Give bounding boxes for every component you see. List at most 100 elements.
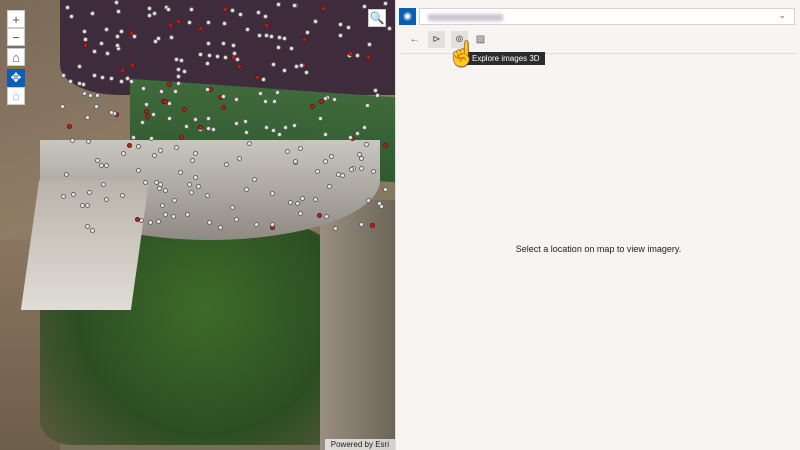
image-point[interactable] [318,115,324,121]
image-point[interactable] [82,91,87,97]
image-point[interactable] [317,212,323,218]
image-point[interactable] [127,142,133,148]
image-point[interactable] [371,168,377,174]
image-point[interactable] [206,219,212,225]
image-point[interactable] [147,5,153,11]
image-point[interactable] [224,161,230,167]
map-view[interactable]: + − ⌂ ✥ ◌ 🔍 Powered by Esri [0,0,395,450]
image-point[interactable] [91,48,97,54]
visibility-toggle[interactable]: ◉ [399,8,416,25]
image-point[interactable] [230,43,236,48]
image-point[interactable] [144,114,150,120]
image-point[interactable] [197,124,203,130]
image-point[interactable] [323,214,329,220]
image-point[interactable] [217,225,223,231]
image-point[interactable] [245,26,251,32]
image-point[interactable] [369,223,375,229]
image-point[interactable] [94,158,100,164]
image-point[interactable] [76,80,82,86]
image-point[interactable] [287,199,293,205]
image-point[interactable] [257,90,263,96]
image-point[interactable] [84,223,90,229]
image-point[interactable] [118,28,124,34]
image-point[interactable] [229,8,235,14]
image-point[interactable] [85,138,91,144]
image-point[interactable] [124,76,130,82]
image-point[interactable] [156,218,162,224]
image-point[interactable] [178,57,184,63]
image-point[interactable] [158,147,163,153]
image-point[interactable] [172,89,178,95]
image-point[interactable] [178,134,184,140]
image-point[interactable] [205,19,211,25]
image-point[interactable] [152,152,158,158]
zoom-in-button[interactable]: + [7,10,25,28]
image-point[interactable] [120,151,126,157]
image-point[interactable] [204,60,210,66]
image-point[interactable] [142,179,148,185]
image-point[interactable] [276,44,282,50]
image-point[interactable] [309,103,315,109]
image-point[interactable] [114,34,120,40]
image-point[interactable] [94,104,100,110]
image-point[interactable] [148,219,154,225]
zoom-out-button[interactable]: − [7,28,25,46]
image-point[interactable] [204,192,210,198]
navigation-button[interactable]: ✥ [7,69,25,87]
image-point[interactable] [382,187,388,193]
image-point[interactable] [60,72,66,78]
image-point[interactable] [81,81,87,87]
image-point[interactable] [354,52,360,58]
image-point[interactable] [94,93,100,99]
image-point[interactable] [322,131,328,137]
image-point[interactable] [89,10,95,16]
image-point[interactable] [186,181,192,187]
image-point[interactable] [365,197,371,203]
image-point[interactable] [284,148,290,154]
image-point[interactable] [89,227,95,233]
image-point[interactable] [358,222,364,228]
image-point[interactable] [220,40,226,46]
image-point[interactable] [270,61,276,67]
image-point[interactable] [131,134,137,140]
image-point[interactable] [69,13,75,19]
image-point[interactable] [236,155,242,161]
image-point[interactable] [143,109,149,115]
image-point[interactable] [141,85,147,91]
image-point[interactable] [345,24,351,30]
image-point[interactable] [242,118,248,124]
image-point[interactable] [163,187,169,193]
back-button[interactable]: ← [406,31,423,48]
image-point[interactable] [321,5,327,11]
image-point[interactable] [365,54,371,60]
image-point[interactable] [331,97,337,103]
image-point[interactable] [192,117,198,123]
image-point[interactable] [188,190,194,195]
image-point[interactable] [173,57,179,63]
image-point[interactable] [118,79,124,85]
image-point[interactable] [192,174,198,180]
image-point[interactable] [91,73,97,79]
image-point[interactable] [81,28,87,34]
image-point[interactable] [339,172,345,178]
image-point[interactable] [254,221,260,227]
image-point[interactable] [374,92,380,98]
image-point[interactable] [301,36,307,42]
image-point[interactable] [322,159,328,165]
image-point[interactable] [359,155,365,161]
image-point[interactable] [162,98,168,104]
layer-select[interactable]: ⌄ [419,8,795,25]
image-point[interactable] [152,10,158,16]
image-point[interactable] [85,114,91,120]
select-location-button[interactable]: ⊳ [428,31,445,48]
image-point[interactable] [355,130,361,136]
image-point[interactable] [64,171,70,177]
image-point[interactable] [103,163,109,169]
image-point[interactable] [246,140,252,146]
image-point[interactable] [69,138,75,144]
image-point[interactable] [269,190,275,196]
image-point[interactable] [173,145,179,150]
image-point[interactable] [275,1,281,7]
image-point[interactable] [312,19,318,25]
image-point[interactable] [335,171,341,177]
